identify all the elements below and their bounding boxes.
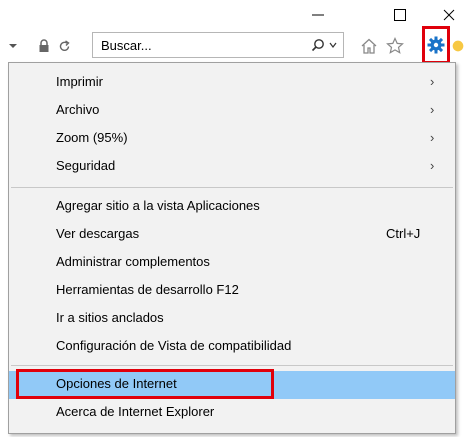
menu-separator bbox=[11, 187, 453, 188]
star-icon bbox=[386, 37, 404, 54]
menu-item-label: Archivo bbox=[56, 102, 100, 117]
close-icon bbox=[443, 9, 455, 21]
search-button[interactable] bbox=[297, 33, 337, 57]
favorites-button[interactable] bbox=[384, 34, 406, 58]
lock-icon bbox=[36, 36, 52, 56]
menu-item-shortcut: Ctrl+J bbox=[386, 226, 421, 241]
maximize-button[interactable] bbox=[378, 0, 422, 30]
feedback-button[interactable] bbox=[452, 34, 464, 58]
menu-item-ver-descargas[interactable]: Ver descargas Ctrl+J bbox=[9, 221, 455, 249]
menu-item-archivo[interactable]: Archivo › bbox=[9, 97, 455, 125]
menu-item-label: Configuración de Vista de compatibilidad bbox=[56, 338, 292, 353]
search-input[interactable] bbox=[97, 33, 295, 57]
minimize-button[interactable] bbox=[296, 0, 340, 30]
menu-item-sitios-anclados[interactable]: Ir a sitios anclados bbox=[9, 305, 455, 333]
chevron-down-icon bbox=[9, 44, 17, 48]
menu-item-herramientas-desarrollo[interactable]: Herramientas de desarrollo F12 bbox=[9, 277, 455, 305]
maximize-icon bbox=[394, 9, 406, 21]
browser-screen: Imprimir › Archivo › Zoom (95%) › Seguri… bbox=[0, 0, 464, 437]
chevron-right-icon: › bbox=[430, 158, 435, 173]
menu-item-label: Zoom (95%) bbox=[56, 130, 128, 145]
menu-item-label: Agregar sitio a la vista Aplicaciones bbox=[56, 198, 260, 213]
menu-item-administrar-complementos[interactable]: Administrar complementos bbox=[9, 249, 455, 277]
menu-separator bbox=[11, 365, 453, 366]
chevron-right-icon: › bbox=[430, 102, 435, 117]
search-icon bbox=[311, 39, 324, 52]
search-box bbox=[92, 32, 344, 58]
home-button[interactable] bbox=[358, 34, 380, 58]
home-icon bbox=[361, 38, 377, 54]
address-toolbar bbox=[0, 30, 464, 62]
menu-item-label: Ir a sitios anclados bbox=[56, 310, 164, 325]
menu-item-agregar-sitio[interactable]: Agregar sitio a la vista Aplicaciones bbox=[9, 193, 455, 221]
menu-item-label: Imprimir bbox=[56, 74, 103, 89]
smiley-icon bbox=[452, 40, 464, 52]
menu-item-label: Herramientas de desarrollo F12 bbox=[56, 282, 239, 297]
menu-item-seguridad[interactable]: Seguridad › bbox=[9, 153, 455, 181]
page-background-strip bbox=[0, 80, 8, 437]
address-dropdown-button[interactable] bbox=[4, 36, 22, 56]
chevron-right-icon: › bbox=[430, 74, 435, 89]
menu-item-label: Seguridad bbox=[56, 158, 116, 173]
tools-highlight-box bbox=[422, 26, 450, 64]
refresh-button[interactable] bbox=[56, 36, 72, 56]
refresh-icon bbox=[59, 39, 70, 51]
chevron-right-icon: › bbox=[430, 130, 435, 145]
menu-item-label: Administrar complementos bbox=[56, 254, 210, 269]
menu-item-zoom[interactable]: Zoom (95%) › bbox=[9, 125, 455, 153]
menu-item-label: Ver descargas bbox=[56, 226, 140, 241]
internet-options-highlight-box bbox=[16, 369, 274, 399]
chevron-down-icon bbox=[329, 42, 337, 48]
minimize-icon bbox=[312, 14, 324, 16]
menu-item-vista-compatibilidad[interactable]: Configuración de Vista de compatibilidad bbox=[9, 333, 455, 361]
menu-item-label: Acerca de Internet Explorer bbox=[56, 404, 215, 419]
menu-item-imprimir[interactable]: Imprimir › bbox=[9, 69, 455, 97]
menu-item-acerca-de[interactable]: Acerca de Internet Explorer bbox=[9, 399, 455, 427]
